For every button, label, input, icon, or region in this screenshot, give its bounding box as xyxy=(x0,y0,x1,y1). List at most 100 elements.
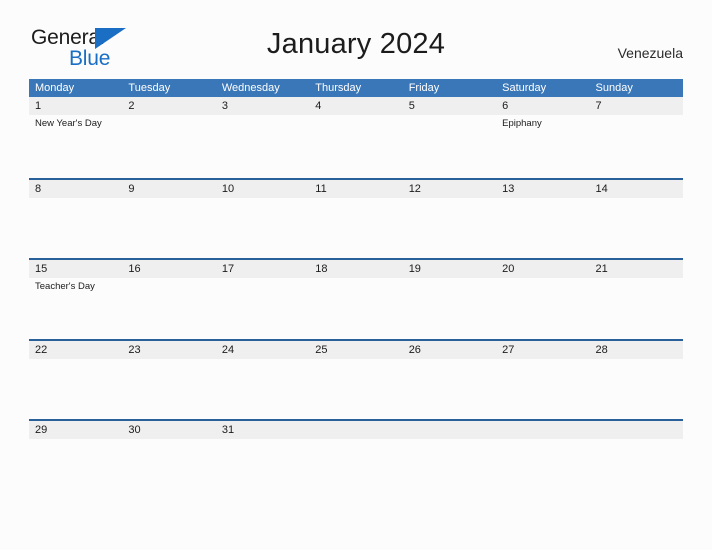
day-events-empty xyxy=(216,115,309,175)
week-date-band: 1234567 xyxy=(29,97,683,115)
day-number-26[interactable]: 26 xyxy=(403,341,496,359)
day-number-15[interactable]: 15 xyxy=(29,260,122,278)
day-events-empty xyxy=(496,278,589,338)
day-number-31[interactable]: 31 xyxy=(216,421,309,439)
day-number-10[interactable]: 10 xyxy=(216,180,309,198)
day-number-23[interactable]: 23 xyxy=(122,341,215,359)
page-header: General Blue January 2024 Venezuela xyxy=(0,0,712,69)
week-date-band: 22 23 24 25 26 27 28 xyxy=(29,340,683,359)
day-events-empty xyxy=(309,278,402,338)
day-number-3[interactable]: 3 xyxy=(216,97,309,115)
day-events-empty xyxy=(590,115,683,175)
calendar-week-row: 22 23 24 25 26 27 28 xyxy=(29,338,683,420)
day-events-empty xyxy=(216,359,309,419)
weekday-header-thursday: Thursday xyxy=(315,82,362,94)
weekday-header-monday: Monday xyxy=(35,82,75,94)
day-events-empty xyxy=(309,115,402,175)
day-number-8[interactable]: 8 xyxy=(29,180,122,198)
day-number-empty xyxy=(309,421,402,439)
day-events-empty xyxy=(403,359,496,419)
day-events-empty xyxy=(403,439,496,499)
day-number-20[interactable]: 20 xyxy=(496,260,589,278)
day-number-30[interactable]: 30 xyxy=(122,421,215,439)
day-events-15: Teacher's Day xyxy=(29,278,122,338)
week-event-band xyxy=(29,359,683,419)
day-number-12[interactable]: 12 xyxy=(403,180,496,198)
weekday-header-friday: Friday xyxy=(408,82,440,94)
weekday-header-wednesday: Wednesday xyxy=(221,82,280,94)
day-events-empty xyxy=(29,198,122,258)
day-number-16[interactable]: 16 xyxy=(122,260,215,278)
day-events-empty xyxy=(29,359,122,419)
day-events-empty xyxy=(590,359,683,419)
day-number-28[interactable]: 28 xyxy=(590,341,683,359)
day-number-21[interactable]: 21 xyxy=(590,260,683,278)
day-number-22[interactable]: 22 xyxy=(29,341,122,359)
calendar-week-row: 8 9 10 11 12 13 14 xyxy=(29,177,683,259)
week-event-band: Teacher's Day xyxy=(29,278,683,338)
day-number-17[interactable]: 17 xyxy=(216,260,309,278)
day-number-25[interactable]: 25 xyxy=(309,341,402,359)
day-number-7[interactable]: 7 xyxy=(590,97,683,115)
day-events-empty xyxy=(590,439,683,499)
day-events-empty xyxy=(29,439,122,499)
day-events-empty xyxy=(590,198,683,258)
calendar-grid: Monday Tuesday Wednesday Thursday Friday Satu… xyxy=(29,79,683,500)
day-number-27[interactable]: 27 xyxy=(496,341,589,359)
day-events-empty xyxy=(496,198,589,258)
day-events-empty xyxy=(403,198,496,258)
calendar-event: New Year's Day xyxy=(35,118,102,129)
day-events-empty xyxy=(496,439,589,499)
week-event-band xyxy=(29,198,683,258)
week-date-band: 8 9 10 11 12 13 14 xyxy=(29,179,683,198)
day-events-empty xyxy=(496,359,589,419)
day-number-1[interactable]: 1 xyxy=(29,97,122,115)
day-events-empty xyxy=(309,198,402,258)
calendar-event: Epiphany xyxy=(502,118,542,129)
day-events-empty xyxy=(216,439,309,499)
day-events-6: Epiphany xyxy=(496,115,589,175)
calendar-week-row: 1 2 3 4 5 6 7 New Year's Day Epiphany xyxy=(29,97,683,178)
weekday-header-saturday: Saturday xyxy=(502,82,547,94)
day-number-9[interactable]: 9 xyxy=(122,180,215,198)
day-events-empty xyxy=(403,115,496,175)
day-number-5[interactable]: 5 xyxy=(403,97,496,115)
calendar-week-row: 15 16 17 18 19 20 21 Teacher's Day xyxy=(29,258,683,339)
day-number-empty xyxy=(590,421,683,439)
week-date-band: 29 30 31 xyxy=(29,421,683,439)
day-number-13[interactable]: 13 xyxy=(496,180,589,198)
day-events-empty xyxy=(216,278,309,338)
day-events-empty xyxy=(122,198,215,258)
day-number-18[interactable]: 18 xyxy=(309,260,402,278)
day-number-4[interactable]: 4 xyxy=(309,97,402,115)
page-title: January 2024 xyxy=(266,28,446,60)
calendar-weeks: 1 2 3 4 5 6 7 New Year's Day Epiphany 8 9 10 11 12 13 1… xyxy=(29,97,683,500)
weekday-header-row: Monday Tuesday Wednesday Thursday Friday Satu… xyxy=(29,79,683,97)
day-events-empty xyxy=(309,359,402,419)
day-number-empty xyxy=(496,421,589,439)
day-events-empty xyxy=(122,115,215,175)
day-number-29[interactable]: 29 xyxy=(29,421,122,439)
day-number-19[interactable]: 19 xyxy=(403,260,496,278)
day-events-empty xyxy=(403,278,496,338)
day-events-1: New Year's Day xyxy=(29,115,122,175)
weekday-header-sunday: Sunday xyxy=(595,82,633,94)
day-number-6[interactable]: 6 xyxy=(496,97,589,115)
day-number-empty xyxy=(403,421,496,439)
calendar-week-row: 29 30 31 xyxy=(29,419,683,500)
week-event-band: New Year's Day Epiphany xyxy=(29,115,683,175)
weekday-header-tuesday: Tuesday xyxy=(128,82,171,94)
week-date-band: 15 16 17 18 19 20 21 xyxy=(29,260,683,278)
week-event-band xyxy=(29,439,683,499)
day-events-empty xyxy=(309,439,402,499)
day-events-empty xyxy=(122,439,215,499)
calendar-locale-label: Venezuela xyxy=(617,45,683,61)
day-number-24[interactable]: 24 xyxy=(216,341,309,359)
calendar-event: Teacher's Day xyxy=(35,281,95,292)
day-events-empty xyxy=(122,278,215,338)
day-number-2[interactable]: 2 xyxy=(122,97,215,115)
day-number-14[interactable]: 14 xyxy=(590,180,683,198)
day-events-empty xyxy=(590,278,683,338)
day-number-11[interactable]: 11 xyxy=(309,180,402,198)
day-events-empty xyxy=(216,198,309,258)
